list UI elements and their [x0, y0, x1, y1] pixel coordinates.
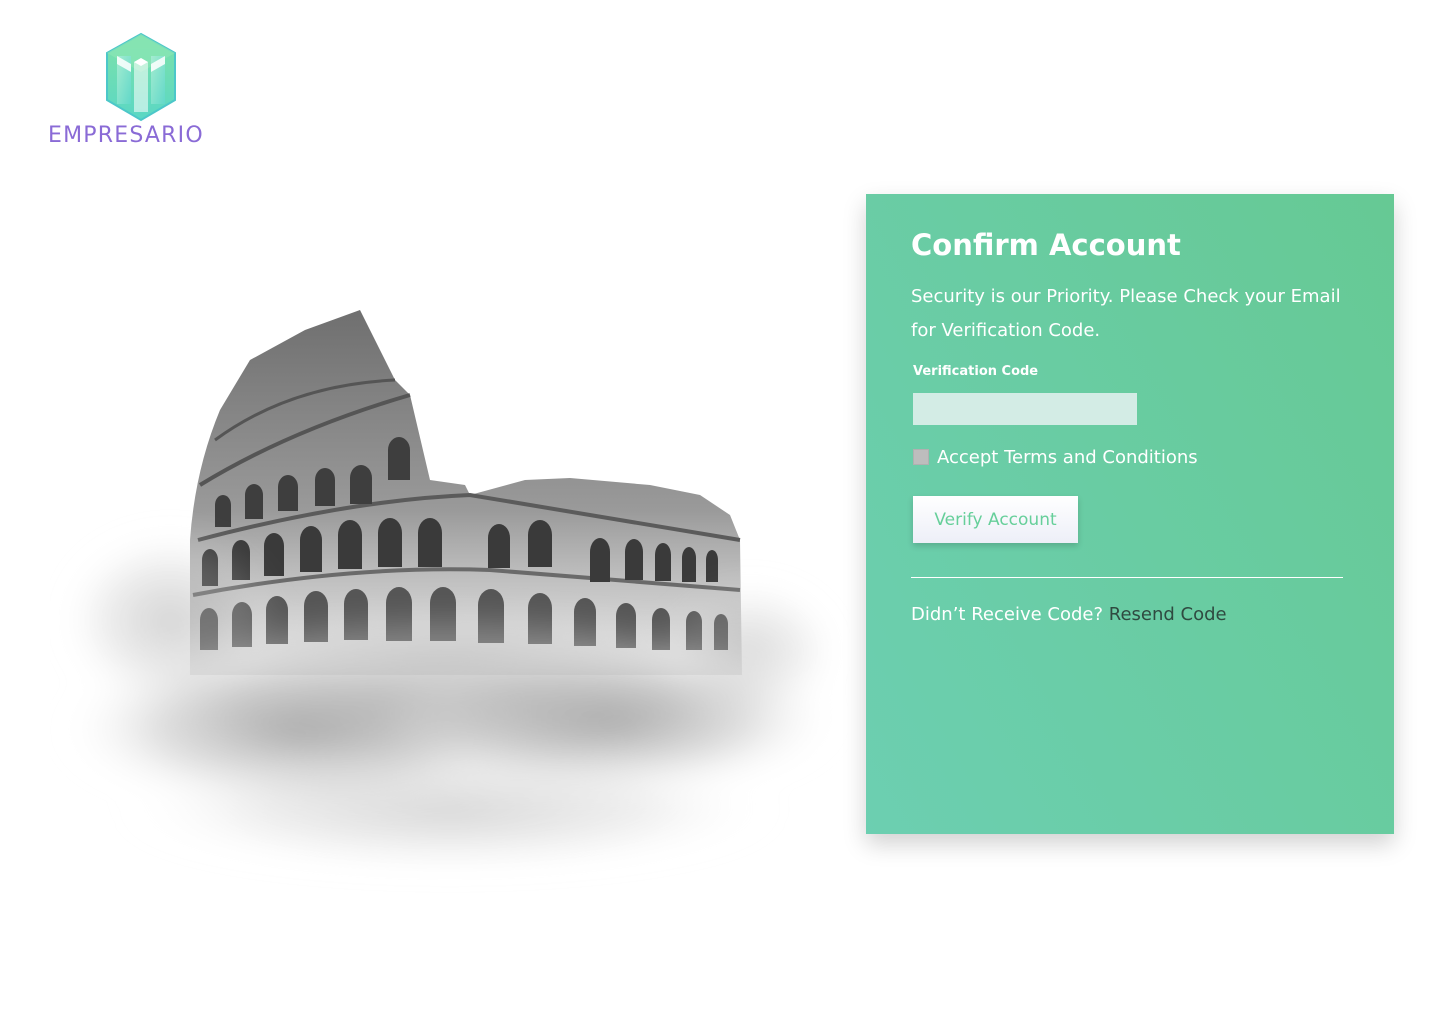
resend-row: Didn’t Receive Code? Resend Code — [911, 604, 1227, 625]
confirm-account-page: EMPRESARIO Confirm Account Security is o… — [0, 0, 1440, 1024]
verification-code-input[interactable] — [913, 393, 1137, 425]
divider — [911, 577, 1343, 578]
colosseum-in-clouds-image — [60, 310, 840, 870]
terms-checkbox-row[interactable]: Accept Terms and Conditions — [913, 444, 1198, 470]
verification-code-label: Verification Code — [913, 364, 1039, 379]
brand-logo: EMPRESARIO — [48, 32, 238, 152]
terms-label: Accept Terms and Conditions — [937, 446, 1198, 468]
card-subtitle: Security is our Priority. Please Check y… — [911, 286, 1341, 341]
card-title: Confirm Account — [911, 228, 1181, 262]
verify-account-button[interactable]: Verify Account — [913, 496, 1078, 543]
hexagon-building-icon — [106, 32, 176, 122]
resend-code-link[interactable]: Resend Code — [1109, 604, 1227, 625]
resend-prompt: Didn’t Receive Code? — [911, 604, 1104, 625]
terms-checkbox[interactable] — [913, 449, 929, 465]
brand-name: EMPRESARIO — [48, 123, 204, 148]
confirm-account-card: Confirm Account Security is our Priority… — [866, 194, 1394, 834]
